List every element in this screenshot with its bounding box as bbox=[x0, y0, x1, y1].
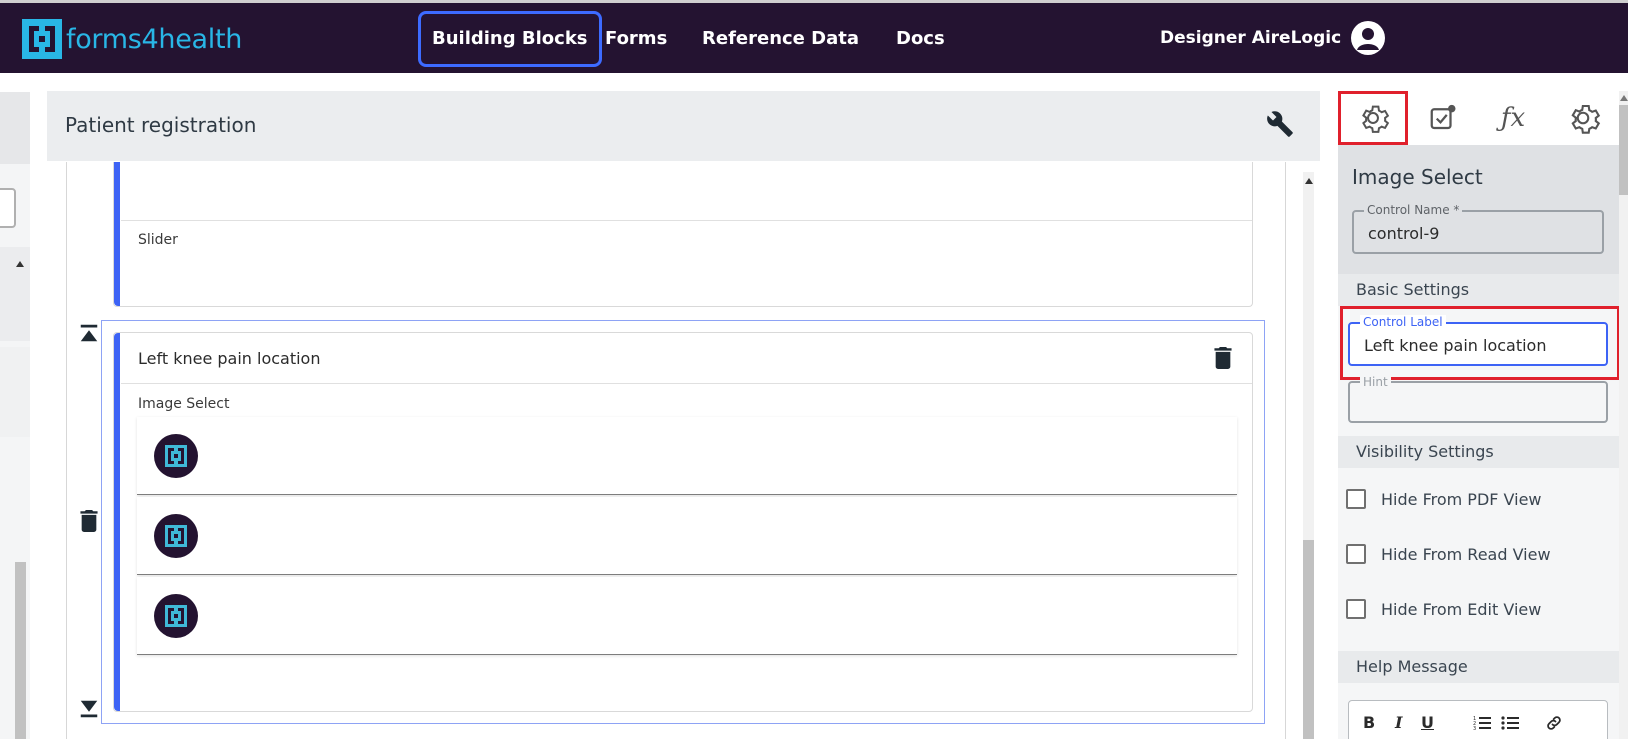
hide-edit-view-label: Hide From Edit View bbox=[1381, 599, 1542, 619]
tab-settings[interactable] bbox=[1338, 91, 1408, 145]
control-label-value: Left knee pain location bbox=[1364, 336, 1547, 355]
image-option-3[interactable] bbox=[137, 577, 1237, 655]
tab-expressions[interactable]: ƒx bbox=[1478, 91, 1548, 145]
hide-edit-view-option[interactable]: Hide From Edit View bbox=[1346, 599, 1541, 619]
nav-docs[interactable]: Docs bbox=[896, 11, 945, 67]
hide-pdf-view-checkbox[interactable] bbox=[1346, 489, 1366, 509]
control-type-label: Image Select bbox=[138, 396, 230, 412]
control-label-label: Control Label bbox=[1360, 315, 1446, 329]
fx-icon: ƒx bbox=[1500, 103, 1526, 133]
brand-logo[interactable]: forms4health bbox=[22, 19, 242, 59]
tab-validation[interactable] bbox=[1408, 91, 1478, 145]
nav-forms[interactable]: Forms bbox=[605, 11, 667, 67]
tab-advanced-settings[interactable] bbox=[1548, 91, 1618, 145]
option-image-icon bbox=[154, 434, 198, 478]
hide-pdf-view-option[interactable]: Hide From PDF View bbox=[1346, 489, 1542, 509]
hint-label: Hint bbox=[1360, 375, 1391, 389]
svg-text:3: 3 bbox=[1473, 726, 1476, 731]
left-panel-section bbox=[0, 347, 30, 437]
card-accent-bar bbox=[114, 333, 120, 711]
help-message-heading: Help Message bbox=[1338, 651, 1619, 683]
page-title: Patient registration bbox=[65, 113, 257, 137]
control-type-title: Image Select bbox=[1352, 165, 1483, 189]
form-header: Patient registration bbox=[47, 91, 1320, 161]
image-option-2[interactable] bbox=[137, 497, 1237, 575]
control-type-label: Slider bbox=[138, 232, 178, 248]
hide-pdf-view-label: Hide From PDF View bbox=[1381, 489, 1542, 509]
control-title: Left knee pain location bbox=[138, 349, 321, 368]
user-name: Designer AireLogic bbox=[1160, 28, 1342, 48]
control-name-value: control-9 bbox=[1368, 224, 1440, 243]
left-panel-section bbox=[0, 247, 30, 341]
user-avatar-icon bbox=[1351, 21, 1386, 55]
control-label-field[interactable]: Control Label Left knee pain location bbox=[1348, 315, 1608, 366]
canvas-scrollbar-thumb[interactable] bbox=[1303, 540, 1314, 739]
control-card-slider[interactable]: Slider bbox=[113, 162, 1253, 307]
image-option-1[interactable] bbox=[137, 417, 1237, 495]
option-image-icon bbox=[154, 514, 198, 558]
bullet-list-icon[interactable] bbox=[1501, 715, 1519, 731]
left-panel-header bbox=[0, 92, 30, 164]
left-panel-input[interactable] bbox=[0, 188, 16, 228]
card-accent-bar bbox=[114, 162, 120, 306]
hide-read-view-option[interactable]: Hide From Read View bbox=[1346, 544, 1551, 564]
left-scrollbar-thumb[interactable] bbox=[15, 562, 26, 739]
ordered-list-icon[interactable]: 1 2 3 bbox=[1473, 715, 1491, 731]
scroll-up-arrow-icon[interactable] bbox=[16, 261, 24, 267]
forms4health-logo-icon bbox=[22, 19, 62, 59]
card-divider bbox=[121, 220, 1252, 221]
nav-building-blocks[interactable]: Building Blocks bbox=[418, 11, 602, 67]
canvas-scrollbar[interactable] bbox=[1303, 172, 1314, 739]
wrench-icon[interactable] bbox=[1266, 110, 1294, 138]
properties-scrollbar-thumb[interactable] bbox=[1619, 105, 1628, 195]
user-menu[interactable]: Designer AireLogic bbox=[1160, 21, 1386, 55]
delete-block-icon[interactable] bbox=[78, 510, 100, 532]
link-icon[interactable] bbox=[1545, 714, 1563, 732]
control-name-label: Control Name * bbox=[1364, 203, 1463, 217]
properties-tabs: ƒx bbox=[1338, 91, 1628, 145]
basic-settings-heading: Basic Settings bbox=[1338, 274, 1619, 306]
hide-read-view-label: Hide From Read View bbox=[1381, 544, 1551, 564]
option-image-icon bbox=[154, 594, 198, 638]
visibility-settings-heading: Visibility Settings bbox=[1338, 436, 1619, 468]
bold-button[interactable]: B bbox=[1363, 713, 1375, 732]
scroll-up-arrow-icon[interactable] bbox=[1305, 178, 1313, 184]
top-nav-bar: forms4health Building Blocks Forms Refer… bbox=[0, 0, 1628, 73]
italic-button[interactable]: I bbox=[1395, 713, 1402, 732]
delete-control-icon[interactable] bbox=[1214, 347, 1232, 369]
control-name-field[interactable]: Control Name * control-9 bbox=[1352, 203, 1604, 254]
move-to-top-icon[interactable] bbox=[78, 322, 100, 344]
hide-read-view-checkbox[interactable] bbox=[1346, 544, 1366, 564]
scroll-up-arrow-icon[interactable] bbox=[1620, 95, 1628, 101]
underline-button[interactable]: U bbox=[1421, 713, 1434, 732]
move-to-bottom-icon[interactable] bbox=[78, 698, 100, 720]
hint-field[interactable]: Hint bbox=[1348, 375, 1608, 423]
brand-name: forms4health bbox=[66, 23, 243, 55]
properties-scrollbar[interactable] bbox=[1619, 91, 1628, 739]
nav-reference-data[interactable]: Reference Data bbox=[702, 11, 859, 67]
settings-icon bbox=[1362, 105, 1390, 133]
help-message-editor[interactable]: B I U 1 2 3 bbox=[1348, 700, 1608, 739]
left-collapsed-panel bbox=[0, 92, 30, 739]
card-divider bbox=[121, 383, 1252, 384]
advanced-settings-icon bbox=[1571, 104, 1601, 134]
validation-icon bbox=[1430, 104, 1456, 130]
hide-edit-view-checkbox[interactable] bbox=[1346, 599, 1366, 619]
